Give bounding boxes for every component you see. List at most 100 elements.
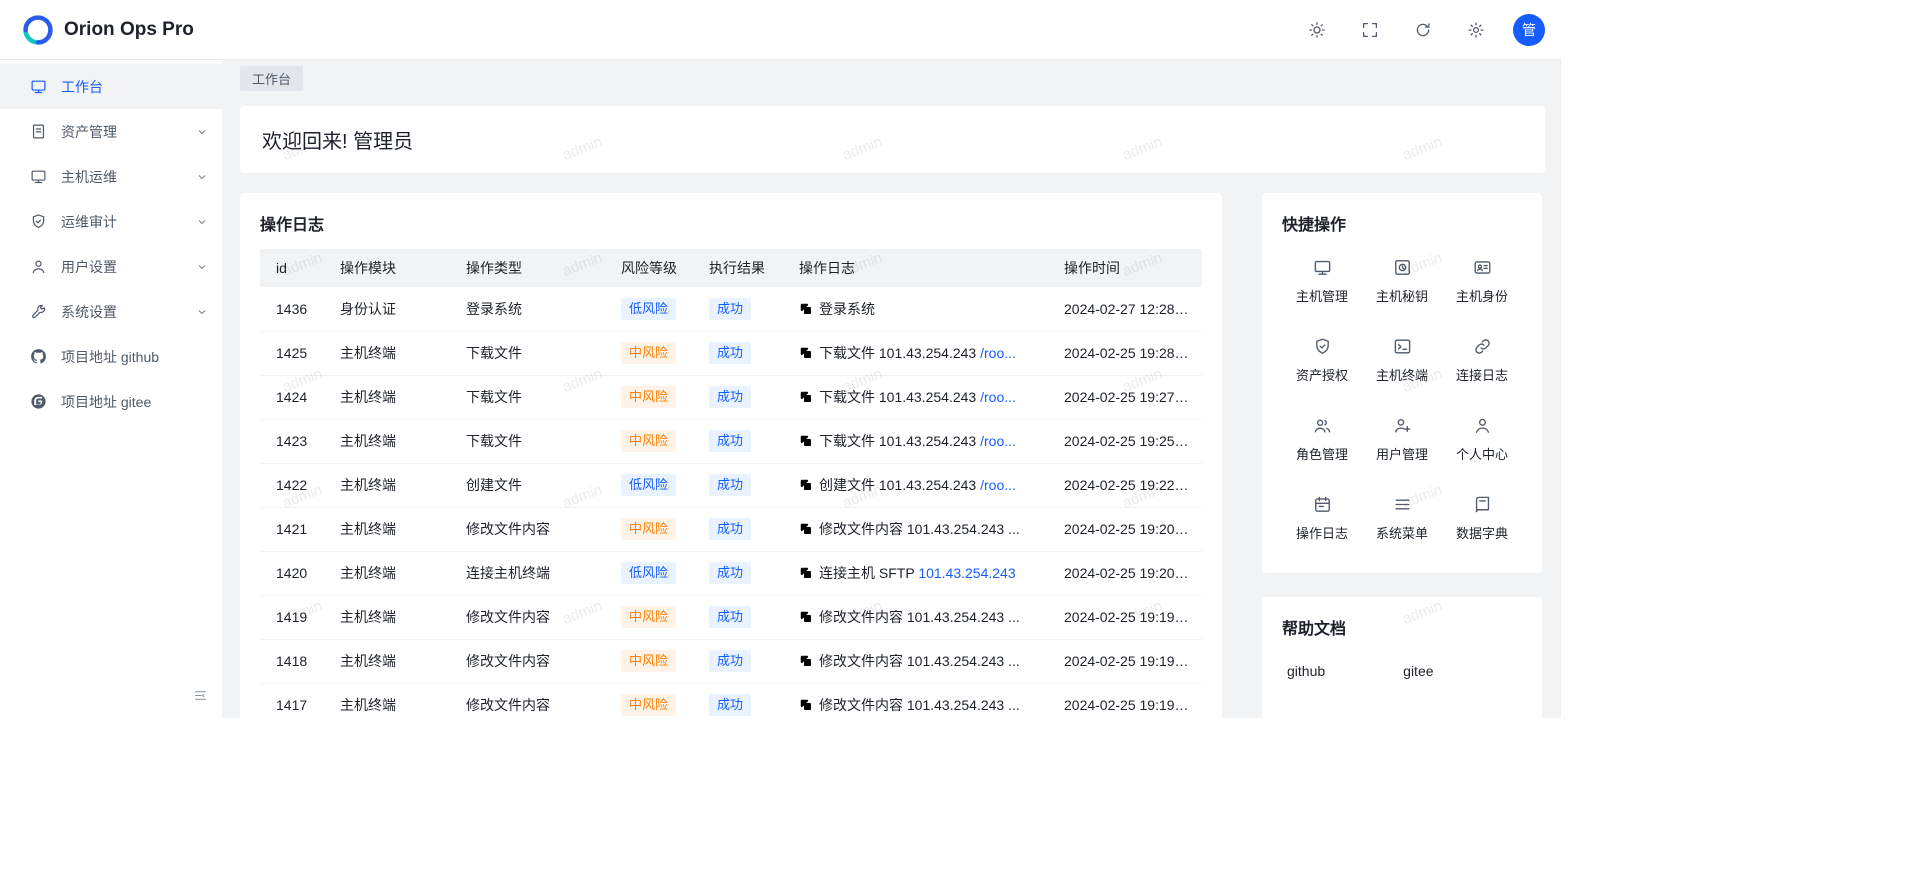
avatar[interactable]: 管 xyxy=(1513,14,1545,46)
sidebar-item-audit[interactable]: 运维审计 xyxy=(0,199,222,244)
sidebar-item-assets[interactable]: 资产管理 xyxy=(0,109,222,154)
log-text: 修改文件内容 101.43.254.243 ... xyxy=(819,697,1020,713)
copy-icon[interactable] xyxy=(799,654,813,671)
refresh-button[interactable] xyxy=(1407,14,1439,46)
log-text: 修改文件内容 101.43.254.243 ... xyxy=(819,653,1020,669)
result-badge: 成功 xyxy=(709,562,751,584)
quick-action-system-menu[interactable]: 系统菜单 xyxy=(1362,480,1442,557)
column-header: 操作时间 xyxy=(1052,249,1202,287)
cell-id: 1423 xyxy=(260,419,328,463)
content-area: 欢迎回来! 管理员 操作日志 id操作模块操作类型风险等级执行结果操作日志操作时… xyxy=(222,96,1561,718)
quick-action-host-key[interactable]: 主机秘钥 xyxy=(1362,243,1442,320)
quick-action-data-dict[interactable]: 数据字典 xyxy=(1442,480,1522,557)
quick-action-operation-log[interactable]: 操作日志 xyxy=(1282,480,1362,557)
cell-module: 主机终端 xyxy=(328,507,454,551)
main-content: 工作台 欢迎回来! 管理员 操作日志 id操作模块操作类型风险等级执行结果操作日… xyxy=(222,60,1561,718)
cell-type: 连接主机终端 xyxy=(454,551,609,595)
quick-action-label: 主机秘钥 xyxy=(1376,286,1428,305)
gitee-icon xyxy=(30,393,47,410)
cell-result: 成功 xyxy=(697,595,787,639)
copy-icon[interactable] xyxy=(799,434,813,451)
log-link[interactable]: /roo... xyxy=(980,345,1016,361)
copy-icon[interactable] xyxy=(799,346,813,363)
column-header: 风险等级 xyxy=(609,249,697,287)
user-add-icon xyxy=(1393,416,1412,435)
sidebar-item-user-settings[interactable]: 用户设置 xyxy=(0,244,222,289)
help-link-gitee[interactable]: gitee xyxy=(1403,663,1433,679)
app-header: Orion Ops Pro 管 xyxy=(0,0,1561,60)
table-row: 1419 主机终端 修改文件内容 中风险 成功 修改文件内容 101.43.25… xyxy=(260,595,1202,639)
cell-time: 2024-02-25 19:27:25 xyxy=(1052,375,1202,419)
settings-button[interactable] xyxy=(1460,14,1492,46)
breadcrumb-item[interactable]: 工作台 xyxy=(240,66,303,91)
quick-action-user-manage[interactable]: 用户管理 xyxy=(1362,401,1442,478)
sidebar-collapse-button[interactable] xyxy=(193,688,208,706)
log-link[interactable]: /roo... xyxy=(980,433,1016,449)
theme-toggle-button[interactable] xyxy=(1301,14,1333,46)
help-link-github[interactable]: github xyxy=(1287,663,1325,679)
user-group-icon xyxy=(1313,416,1332,435)
monitor-icon xyxy=(1313,258,1332,277)
log-link[interactable]: /roo... xyxy=(980,389,1016,405)
quick-action-connect-log[interactable]: 连接日志 xyxy=(1442,322,1522,399)
breadcrumb: 工作台 xyxy=(222,60,1561,96)
sidebar-item-host-ops[interactable]: 主机运维 xyxy=(0,154,222,199)
quick-action-label: 主机终端 xyxy=(1376,365,1428,384)
quick-action-role-manage[interactable]: 角色管理 xyxy=(1282,401,1362,478)
menu-icon xyxy=(1393,495,1412,514)
app-root: Orion Ops Pro 管 工作台 资产管理 主机运维 运维审计 用户设置 … xyxy=(0,0,1561,718)
sidebar-item-gitee[interactable]: 项目地址 gitee xyxy=(0,379,222,424)
cell-type: 修改文件内容 xyxy=(454,639,609,683)
quick-action-label: 个人中心 xyxy=(1456,444,1508,463)
copy-icon[interactable] xyxy=(799,566,813,583)
copy-icon[interactable] xyxy=(799,610,813,627)
copy-icon[interactable] xyxy=(799,522,813,539)
cell-time: 2024-02-25 19:19:27 xyxy=(1052,595,1202,639)
result-badge: 成功 xyxy=(709,650,751,672)
quick-action-host-manage[interactable]: 主机管理 xyxy=(1282,243,1362,320)
cell-type: 下载文件 xyxy=(454,375,609,419)
chevron-down-icon xyxy=(196,216,208,228)
chevron-down-icon xyxy=(196,261,208,273)
app-title: Orion Ops Pro xyxy=(64,19,194,41)
table-row: 1425 主机终端 下载文件 中风险 成功 下载文件 101.43.254.24… xyxy=(260,331,1202,375)
sidebar-item-label: 主机运维 xyxy=(61,167,182,187)
quick-action-host-terminal[interactable]: 主机终端 xyxy=(1362,322,1442,399)
quick-action-host-identity[interactable]: 主机身份 xyxy=(1442,243,1522,320)
cell-result: 成功 xyxy=(697,507,787,551)
quick-action-personal-center[interactable]: 个人中心 xyxy=(1442,401,1522,478)
quick-action-label: 主机身份 xyxy=(1456,286,1508,305)
sidebar-nav: 工作台 资产管理 主机运维 运维审计 用户设置 系统设置 项目地址 github… xyxy=(0,64,222,424)
copy-icon[interactable] xyxy=(799,390,813,407)
column-header: id xyxy=(260,249,328,287)
cell-id: 1419 xyxy=(260,595,328,639)
copy-icon[interactable] xyxy=(799,698,813,715)
sidebar-item-github[interactable]: 项目地址 github xyxy=(0,334,222,379)
header-left: Orion Ops Pro xyxy=(22,14,194,46)
shield-icon xyxy=(1313,337,1332,356)
sidebar-item-workbench[interactable]: 工作台 xyxy=(0,64,222,109)
quick-action-label: 角色管理 xyxy=(1296,444,1348,463)
column-header: 操作日志 xyxy=(787,249,1052,287)
copy-icon[interactable] xyxy=(799,302,813,319)
cell-time: 2024-02-25 19:20:37 xyxy=(1052,551,1202,595)
cell-id: 1418 xyxy=(260,639,328,683)
cell-module: 主机终端 xyxy=(328,551,454,595)
cell-module: 主机终端 xyxy=(328,595,454,639)
cell-id: 1425 xyxy=(260,331,328,375)
result-badge: 成功 xyxy=(709,694,751,716)
cell-type: 登录系统 xyxy=(454,287,609,331)
fullscreen-button[interactable] xyxy=(1354,14,1386,46)
column-header: 执行结果 xyxy=(697,249,787,287)
sidebar-item-label: 系统设置 xyxy=(61,302,182,322)
log-link[interactable]: 101.43.254.243 xyxy=(918,565,1015,581)
user-icon xyxy=(1473,416,1492,435)
copy-icon[interactable] xyxy=(799,478,813,495)
log-link[interactable]: /roo... xyxy=(980,477,1016,493)
sidebar-item-system-settings[interactable]: 系统设置 xyxy=(0,289,222,334)
cell-risk: 中风险 xyxy=(609,639,697,683)
quick-action-asset-grant[interactable]: 资产授权 xyxy=(1282,322,1362,399)
cell-result: 成功 xyxy=(697,419,787,463)
risk-badge: 低风险 xyxy=(621,298,676,320)
cell-type: 修改文件内容 xyxy=(454,683,609,718)
